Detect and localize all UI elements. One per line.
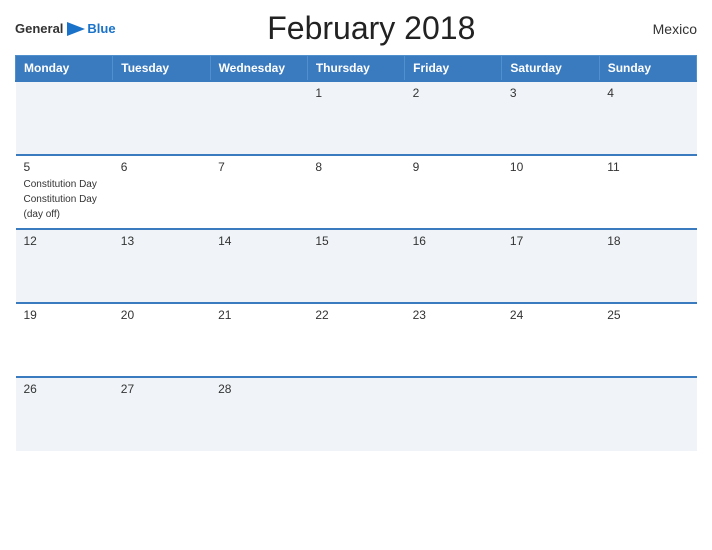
header: General Blue February 2018 Mexico [15, 10, 697, 47]
calendar-week-4: 19 20 21 22 23 24 25 [16, 303, 697, 377]
calendar-cell: 24 [502, 303, 599, 377]
calendar-cell: 12 [16, 229, 113, 303]
day-number: 26 [24, 382, 105, 396]
event-label: Constitution Day [24, 179, 97, 190]
calendar-cell: 11 [599, 155, 696, 229]
day-number: 14 [218, 234, 299, 248]
event-label: Constitution Day [24, 194, 97, 205]
calendar-cell: 17 [502, 229, 599, 303]
calendar-cell [502, 377, 599, 451]
event-label: (day off) [24, 209, 61, 220]
calendar-week-3: 12 13 14 15 16 17 18 [16, 229, 697, 303]
calendar-cell: 25 [599, 303, 696, 377]
col-saturday: Saturday [502, 56, 599, 82]
day-number: 21 [218, 308, 299, 322]
day-number: 5 [24, 160, 105, 174]
day-number: 12 [24, 234, 105, 248]
calendar-cell: 28 [210, 377, 307, 451]
day-number: 2 [413, 86, 494, 100]
day-number: 18 [607, 234, 688, 248]
calendar-body: 12345Constitution DayConstitution Day(da… [16, 81, 697, 451]
day-number: 23 [413, 308, 494, 322]
calendar-cell: 5 Constitution Day Constitution Day (day of… [16, 155, 113, 229]
day-number: 25 [607, 308, 688, 322]
calendar-cell: 6 [113, 155, 210, 229]
calendar-cell: 23 [405, 303, 502, 377]
day-number: 8 [315, 160, 396, 174]
logo-general-text: General [15, 22, 63, 35]
calendar-cell [16, 81, 113, 155]
calendar-cell: 10 [502, 155, 599, 229]
calendar-cell: 26 [16, 377, 113, 451]
day-number: 4 [607, 86, 688, 100]
calendar-cell [210, 81, 307, 155]
logo: General Blue [15, 20, 116, 38]
col-tuesday: Tuesday [113, 56, 210, 82]
day-number: 6 [121, 160, 202, 174]
calendar-header-row: Monday Tuesday Wednesday Thursday Friday… [16, 56, 697, 82]
day-number: 15 [315, 234, 396, 248]
day-number: 20 [121, 308, 202, 322]
calendar-cell: 15 [307, 229, 404, 303]
calendar-cell: 13 [113, 229, 210, 303]
calendar-cell: 3 [502, 81, 599, 155]
day-number: 11 [607, 160, 688, 174]
day-number: 3 [510, 86, 591, 100]
day-number: 16 [413, 234, 494, 248]
calendar-cell: 8 [307, 155, 404, 229]
day-number: 22 [315, 308, 396, 322]
day-number: 17 [510, 234, 591, 248]
calendar-cell: 14 [210, 229, 307, 303]
calendar-week-2: 5 Constitution Day Constitution Day (day of… [16, 155, 697, 229]
col-friday: Friday [405, 56, 502, 82]
day-number: 27 [121, 382, 202, 396]
country-label: Mexico [627, 21, 697, 37]
calendar-cell: 1 [307, 81, 404, 155]
calendar-cell: 27 [113, 377, 210, 451]
day-number: 7 [218, 160, 299, 174]
col-sunday: Sunday [599, 56, 696, 82]
page-title: February 2018 [116, 10, 627, 47]
calendar-cell [599, 377, 696, 451]
calendar-cell: 21 [210, 303, 307, 377]
calendar-page: General Blue February 2018 Mexico Monday… [0, 0, 712, 550]
day-number: 10 [510, 160, 591, 174]
col-monday: Monday [16, 56, 113, 82]
logo-flag-icon [65, 20, 87, 38]
day-number: 19 [24, 308, 105, 322]
day-number: 1 [315, 86, 396, 100]
calendar-cell: 4 [599, 81, 696, 155]
col-wednesday: Wednesday [210, 56, 307, 82]
calendar-table: Monday Tuesday Wednesday Thursday Friday… [15, 55, 697, 451]
calendar-cell: 22 [307, 303, 404, 377]
day-number: 13 [121, 234, 202, 248]
calendar-week-5: 26 27 28 [16, 377, 697, 451]
calendar-cell: 18 [599, 229, 696, 303]
calendar-week-1: 1 2 3 4 [16, 81, 697, 155]
col-thursday: Thursday [307, 56, 404, 82]
calendar-cell [307, 377, 404, 451]
day-number: 9 [413, 160, 494, 174]
calendar-cell: 7 [210, 155, 307, 229]
calendar-cell: 9 [405, 155, 502, 229]
calendar-cell [113, 81, 210, 155]
calendar-cell: 19 [16, 303, 113, 377]
calendar-cell: 2 [405, 81, 502, 155]
calendar-cell: 20 [113, 303, 210, 377]
day-number: 28 [218, 382, 299, 396]
calendar-cell [405, 377, 502, 451]
day-number: 24 [510, 308, 591, 322]
calendar-cell: 16 [405, 229, 502, 303]
logo-blue-text: Blue [87, 22, 115, 35]
